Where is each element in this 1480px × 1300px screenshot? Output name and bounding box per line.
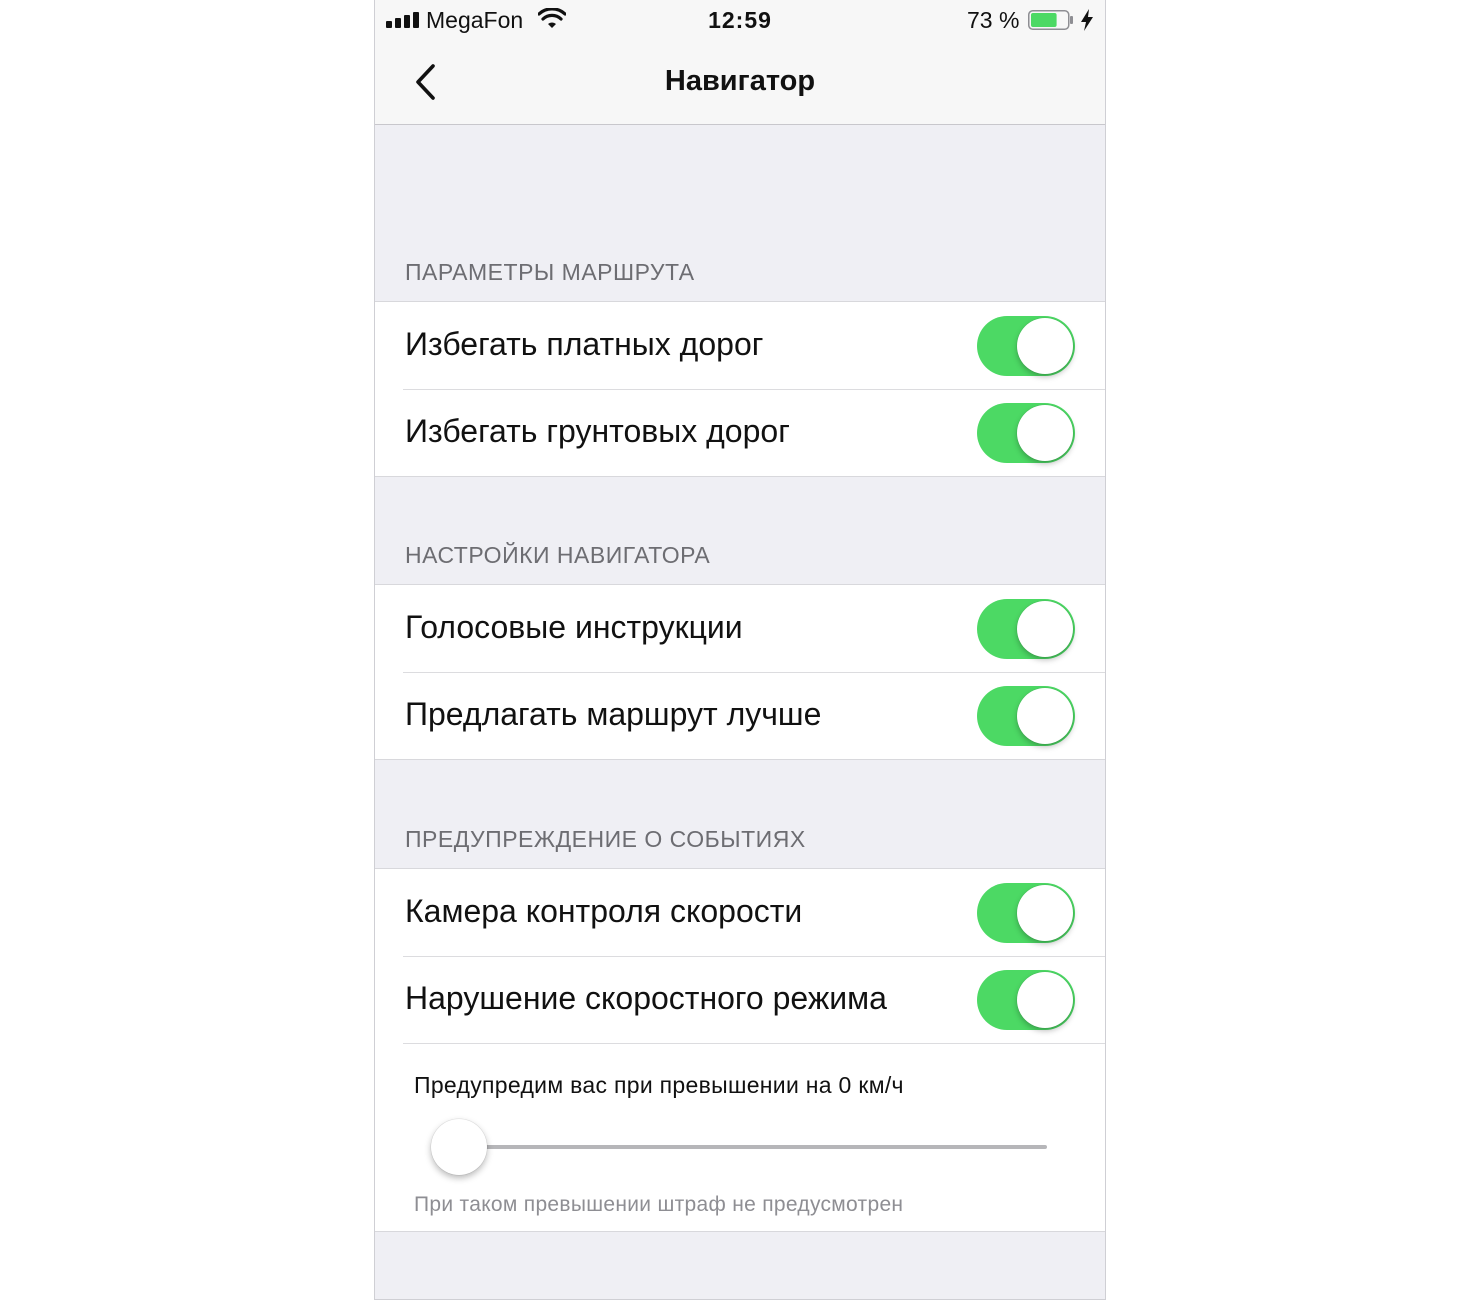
charging-bolt-icon — [1081, 9, 1093, 31]
toggle-knob — [1017, 688, 1073, 744]
setting-label: Избегать грунтовых дорог — [405, 413, 790, 449]
divider — [403, 1043, 1105, 1044]
setting-row-speeding[interactable]: Нарушение скоростного режима — [375, 956, 1105, 1043]
status-bar: MegaFon 12:59 73 % — [375, 0, 1105, 40]
navigation-bar: Навигатор — [375, 40, 1105, 125]
setting-label: Избегать платных дорог — [405, 326, 764, 362]
phone-screen: MegaFon 12:59 73 % Навигатор ПАРАМЕТРЫ М… — [374, 0, 1106, 1300]
better-route-toggle[interactable] — [977, 686, 1075, 746]
setting-row-speed-camera[interactable]: Камера контроля скорости — [375, 869, 1105, 956]
toggle-knob — [1017, 405, 1073, 461]
toggle-knob — [1017, 601, 1073, 657]
settings-group-route: Избегать платных дорог Избегать грунтовы… — [375, 301, 1105, 477]
toggle-knob — [1017, 318, 1073, 374]
speed-threshold-thumb[interactable] — [431, 1119, 487, 1175]
voice-instructions-toggle[interactable] — [977, 599, 1075, 659]
setting-label: Нарушение скоростного режима — [405, 980, 887, 1016]
speed-threshold-block: Предупредим вас при превышении на 0 км/ч… — [375, 1043, 1105, 1232]
section-header-navigator: НАСТРОЙКИ НАВИГАТОРА — [405, 542, 711, 568]
settings-group-events: Камера контроля скорости Нарушение скоро… — [375, 868, 1105, 1043]
settings-group-navigator: Голосовые инструкции Предлагать маршрут … — [375, 584, 1105, 760]
speed-threshold-note: При таком превышении штраф не предусмотр… — [414, 1193, 904, 1216]
avoid-toll-toggle[interactable] — [977, 316, 1075, 376]
setting-row-avoid-toll[interactable]: Избегать платных дорог — [375, 302, 1105, 389]
speeding-toggle[interactable] — [977, 970, 1075, 1030]
setting-label: Голосовые инструкции — [405, 609, 743, 645]
speed-camera-toggle[interactable] — [977, 883, 1075, 943]
speed-threshold-label: Предупредим вас при превышении на 0 км/ч — [414, 1072, 904, 1098]
speed-threshold-track[interactable] — [459, 1145, 1047, 1149]
battery-icon — [1028, 10, 1073, 30]
setting-row-voice[interactable]: Голосовые инструкции — [375, 585, 1105, 672]
toggle-knob — [1017, 885, 1073, 941]
setting-label: Предлагать маршрут лучше — [405, 696, 822, 732]
setting-row-avoid-dirt[interactable]: Избегать грунтовых дорог — [375, 389, 1105, 476]
setting-row-better-route[interactable]: Предлагать маршрут лучше — [375, 672, 1105, 759]
setting-label: Камера контроля скорости — [405, 893, 803, 929]
battery-percent: 73 % — [967, 7, 1020, 33]
page-title: Навигатор — [664, 65, 816, 97]
section-header-events: ПРЕДУПРЕЖДЕНИЕ О СОБЫТИЯХ — [405, 826, 806, 852]
avoid-dirt-toggle[interactable] — [977, 403, 1075, 463]
toggle-knob — [1017, 972, 1073, 1028]
section-header-route: ПАРАМЕТРЫ МАРШРУТА — [405, 259, 695, 285]
